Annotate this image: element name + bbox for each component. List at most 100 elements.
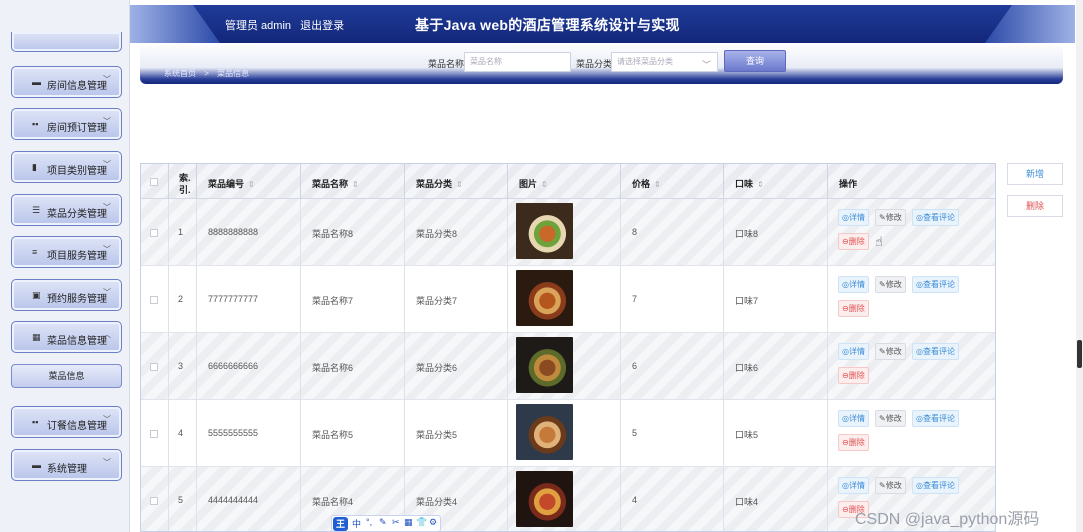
- dish-image[interactable]: [516, 404, 573, 460]
- cell-price: 7: [621, 266, 724, 333]
- header-operations: 操作: [828, 164, 995, 199]
- cell-dish-category: 菜品分类8: [405, 199, 508, 266]
- delete-row-button[interactable]: ⊖删除: [838, 367, 869, 384]
- sidebar-item-project-category[interactable]: ▮ 项目类别管理 ﹀: [11, 151, 122, 183]
- cell-text: 菜品名称6: [312, 363, 354, 373]
- dish-image[interactable]: [516, 471, 573, 527]
- ime-punctuation-key[interactable]: °,: [366, 517, 372, 527]
- sidebar-item-label: 房间信息管理: [47, 81, 107, 92]
- page-scrollbar[interactable]: [1076, 0, 1083, 532]
- chevron-up-icon: ︿: [103, 330, 111, 339]
- sidebar-item-label: 菜品分类管理: [47, 209, 107, 220]
- dish-name-input[interactable]: 菜品名称: [464, 52, 571, 72]
- cell-text: 口味8: [735, 229, 759, 239]
- detail-button[interactable]: ◎详情: [838, 209, 869, 226]
- add-button[interactable]: 新增: [1007, 163, 1063, 185]
- row-checkbox[interactable]: [150, 430, 158, 438]
- detail-button[interactable]: ◎详情: [838, 477, 869, 494]
- cell-operations: ◎详情 ✎修改 ◎查看评论 ⊖删除: [828, 400, 995, 467]
- ime-logo[interactable]: 王: [333, 517, 348, 531]
- sidebar-subitem-dish-info[interactable]: 菜品信息: [11, 364, 122, 388]
- ime-skin-icon[interactable]: 👕: [416, 517, 427, 528]
- edit-button[interactable]: ✎修改: [875, 276, 906, 293]
- cell-taste: 口味7: [724, 266, 828, 333]
- delete-button[interactable]: 删除: [1007, 195, 1063, 217]
- view-review-button[interactable]: ◎查看评论: [912, 410, 959, 427]
- sidebar-item-label: 项目类别管理: [47, 166, 107, 177]
- cell-price: 8: [621, 199, 724, 266]
- select-all-checkbox[interactable]: [150, 178, 158, 186]
- view-review-button[interactable]: ◎查看评论: [912, 343, 959, 360]
- table-row: 4 5555555555 菜品名称5 菜品分类5 5 口味5 ◎详情 ✎修改 ◎查看评论 ⊖删除: [141, 400, 995, 467]
- sidebar: ▬ 房间信息管理 ﹀ ▪▪ 房间预订管理 ﹀ ▮ 项目类别管理 ﹀ ☰ 菜品分类…: [0, 0, 130, 532]
- sidebar-item-dish-category[interactable]: ☰ 菜品分类管理 ﹀: [11, 194, 122, 226]
- sidebar-item-room-info[interactable]: ▬ 房间信息管理 ﹀: [11, 66, 122, 98]
- edit-button[interactable]: ✎修改: [875, 343, 906, 360]
- row-checkbox[interactable]: [150, 296, 158, 304]
- header-dish-code[interactable]: 菜品编号 ⇕: [197, 164, 301, 199]
- list-icon: ≡: [32, 247, 38, 257]
- cell-text: 8888888888: [208, 227, 259, 237]
- cell-image: [508, 266, 621, 333]
- dish-image[interactable]: [516, 270, 573, 326]
- query-button[interactable]: 查询: [724, 50, 786, 72]
- cell-text: 菜品分类6: [416, 363, 458, 373]
- view-review-button[interactable]: ◎查看评论: [912, 477, 959, 494]
- delete-row-button[interactable]: ⊖删除: [838, 434, 869, 451]
- sidebar-item-appointment-service[interactable]: ▣ 预约服务管理 ﹀: [11, 279, 122, 311]
- dish-image[interactable]: [516, 337, 573, 393]
- header-image[interactable]: 图片 ⇕: [508, 164, 621, 199]
- header-taste[interactable]: 口味 ⇕: [724, 164, 828, 199]
- row-checkbox[interactable]: [150, 229, 158, 237]
- ime-pen-icon[interactable]: ✎: [379, 517, 387, 528]
- delete-row-button[interactable]: ⊖删除: [838, 300, 869, 317]
- dish-category-select[interactable]: 请选择菜品分类 ﹀: [611, 52, 718, 72]
- view-review-button[interactable]: ◎查看评论: [912, 209, 959, 226]
- ime-chinese-key[interactable]: 中: [352, 517, 361, 530]
- header-label: 操作: [839, 179, 858, 189]
- header-label: 菜品编号: [208, 179, 245, 189]
- sidebar-item-label: 房间预订管理: [47, 123, 107, 134]
- sidebar-item-label: 系统管理: [47, 464, 87, 475]
- sidebar-item-partial[interactable]: [11, 32, 122, 52]
- cell-image: [508, 400, 621, 467]
- sidebar-item-dish-info[interactable]: ▦ 菜品信息管理 ︿: [11, 321, 122, 353]
- sidebar-item-system[interactable]: ▬ 系统管理 ﹀: [11, 449, 122, 481]
- breadcrumb-home[interactable]: 系统首页: [164, 69, 196, 78]
- cell-dish-name: 菜品名称5: [301, 400, 405, 467]
- ime-toolbar[interactable]: 王 中 °, ✎ ✂ ▦ 👕 ⚙: [331, 515, 441, 532]
- edit-button[interactable]: ✎修改: [875, 209, 906, 226]
- edit-button[interactable]: ✎修改: [875, 477, 906, 494]
- detail-button[interactable]: ◎详情: [838, 276, 869, 293]
- detail-button[interactable]: ◎详情: [838, 343, 869, 360]
- header-label: 菜品名称: [312, 179, 349, 189]
- logout-link[interactable]: 退出登录: [300, 20, 344, 32]
- sidebar-item-project-service[interactable]: ≡ 项目服务管理 ﹀: [11, 236, 122, 268]
- breadcrumb-separator: >: [204, 69, 209, 78]
- dish-image[interactable]: [516, 203, 573, 259]
- header-label: 价格: [632, 179, 651, 189]
- cell-price: 4: [621, 467, 724, 531]
- header-dish-name[interactable]: 菜品名称 ⇕: [301, 164, 405, 199]
- ime-settings-icon[interactable]: ⚙: [429, 517, 437, 528]
- cell-operations: ◎详情 ✎修改 ◎查看评论 ⊖删除: [828, 333, 995, 400]
- chevron-down-icon: ﹀: [103, 117, 111, 126]
- chevron-down-icon: ﹀: [701, 60, 711, 70]
- row-checkbox[interactable]: [150, 363, 158, 371]
- edit-button[interactable]: ✎修改: [875, 410, 906, 427]
- detail-button[interactable]: ◎详情: [838, 410, 869, 427]
- sidebar-item-order-info[interactable]: ▪▪ 订餐信息管理 ﹀: [11, 406, 122, 438]
- row-checkbox-cell: [141, 266, 169, 333]
- delete-row-button[interactable]: ⊖删除: [838, 233, 869, 250]
- sidebar-item-room-booking[interactable]: ▪▪ 房间预订管理 ﹀: [11, 108, 122, 140]
- ime-scissors-icon[interactable]: ✂: [392, 517, 400, 528]
- chevron-down-icon: ﹀: [103, 203, 111, 212]
- ime-keyboard-icon[interactable]: ▦: [404, 517, 413, 528]
- cell-image: [508, 333, 621, 400]
- scrollbar-thumb[interactable]: [1077, 340, 1082, 368]
- header-dish-category[interactable]: 菜品分类 ⇕: [405, 164, 508, 199]
- bar-chart-icon: ▮: [32, 162, 37, 172]
- row-checkbox[interactable]: [150, 497, 158, 505]
- header-price[interactable]: 价格 ⇕: [621, 164, 724, 199]
- view-review-button[interactable]: ◎查看评论: [912, 276, 959, 293]
